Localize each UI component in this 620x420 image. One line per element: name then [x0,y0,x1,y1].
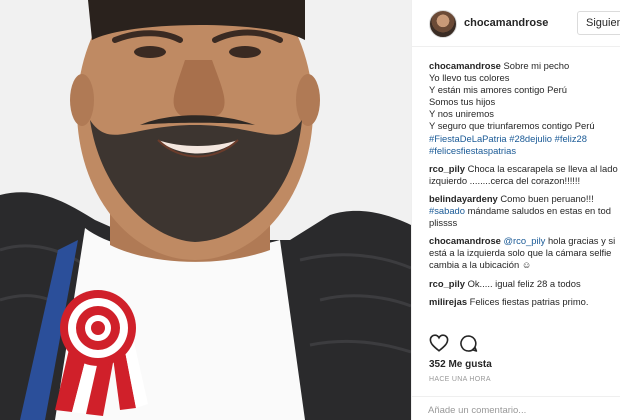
comment-item: chocamandrose @rco_pily hola gracias y s… [429,235,620,271]
post-timestamp: HACE UNA HORA [429,376,491,383]
comments-list: chocamandrose Sobre mi pecho Yo llevo tu… [429,60,620,308]
comment-username[interactable]: chocamandrose [429,235,501,246]
following-button[interactable]: Siguiendo [577,11,620,35]
post-photo [0,0,411,420]
hashtag-link[interactable]: #FiestaDeLaPatria [429,133,507,144]
comment-text: Felices fiestas patrias primo. [469,295,589,307]
caption-line: Y seguro que triunfaremos contigo Perú [429,120,595,132]
comment-username[interactable]: rco_pily [429,278,465,289]
comment-username[interactable]: rco_pily [429,163,465,174]
post-header: chocamandrose Siguiendo [412,0,620,47]
post-actions [429,334,619,354]
instagram-post-view: chocamandrose Siguiendo chocamandrose So… [0,0,620,420]
add-comment-input[interactable] [428,402,618,418]
comment-text: plissss [429,217,458,229]
comment-bubble-icon[interactable] [459,334,478,358]
comment-text: Ok..... igual feliz 28 a todos [467,277,581,289]
comment-item: milirejas Felices fiestas patrias primo. [429,296,620,308]
hashtag-link[interactable]: #feliz28 [555,133,587,144]
header-username[interactable]: chocamandrose [464,17,548,29]
comment-text: cambia a la ubicación ☺ [429,259,532,271]
caption-line: Yo llevo tus colores [429,72,510,84]
mention-link[interactable]: @rco_pily [504,235,546,246]
comment-item: rco_pily Choca la escarapela se lleva al… [429,163,620,187]
comment-item: rco_pily Ok..... igual feliz 28 a todos [429,278,620,290]
caption-line: Y nos uniremos [429,108,494,120]
hashtag-link[interactable]: #felicesfiestaspatrias [429,145,516,156]
caption: chocamandrose Sobre mi pecho Yo llevo tu… [429,60,620,157]
avatar[interactable] [429,10,457,38]
post-side-panel: chocamandrose Siguiendo chocamandrose So… [411,0,620,420]
likes-count[interactable]: 352 Me gusta [429,359,492,370]
comment-text: izquierdo ........cerca del corazon!!!!!… [429,174,581,186]
comment-username[interactable]: belindayardeny [429,193,498,204]
hashtag-link[interactable]: #28dejulio [509,133,552,144]
comment-item: belindayardeny Como buen peruano!!! #sab… [429,193,620,229]
caption-line: Y están mis amores contigo Perú [429,84,567,96]
comment-text: Como buen peruano!!! [500,192,594,204]
comment-text: hola gracias y si [545,235,616,247]
add-comment-bar [412,396,620,420]
comment-text: Choca la escarapela se lleva al lado [467,162,618,174]
comment-username[interactable]: milirejas [429,296,467,307]
caption-line: Somos tus hijos [429,96,496,108]
comment-text: mándame saludos en estas en tod [464,205,611,217]
comment-text: está a la izquierda solo que la cámara s… [429,247,612,259]
caption-line: Sobre mi pecho [503,60,570,71]
heart-icon[interactable] [429,334,449,357]
caption-username[interactable]: chocamandrose [429,60,501,71]
selfie-photo [0,0,411,420]
hashtag-link[interactable]: #sabado [429,205,465,216]
